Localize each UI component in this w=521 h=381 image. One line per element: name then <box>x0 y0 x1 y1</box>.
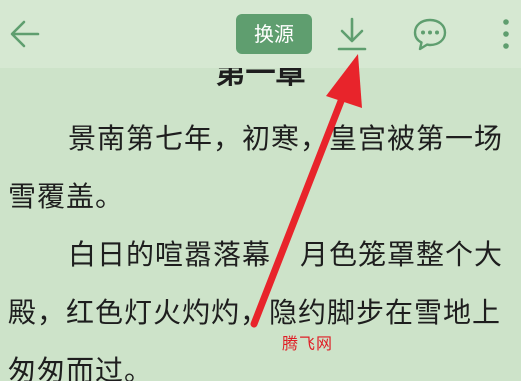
paragraph-2: 白日的喧嚣落幕，月色笼罩整个大殿，红色灯火灼灼，隐约脚步在雪地上匆匆而过。 <box>8 238 504 381</box>
watermark-text: 腾飞网 <box>282 334 334 353</box>
arrow-left-icon[interactable] <box>8 14 42 54</box>
comment-icon[interactable] <box>412 16 448 52</box>
paragraph-1: 景南第七年，初寒，皇宫被第一场雪覆盖。 <box>8 122 504 213</box>
download-icon[interactable] <box>334 16 370 52</box>
more-vertical-icon[interactable] <box>496 14 516 54</box>
reader-toolbar: 换源 <box>0 0 521 68</box>
change-source-button[interactable]: 换源 <box>236 14 312 54</box>
reader-page: 换源 第一章 景南第七年，初寒，皇宫被第一场雪覆盖。 白日的喧嚣落幕，月色笼罩整… <box>0 0 521 381</box>
